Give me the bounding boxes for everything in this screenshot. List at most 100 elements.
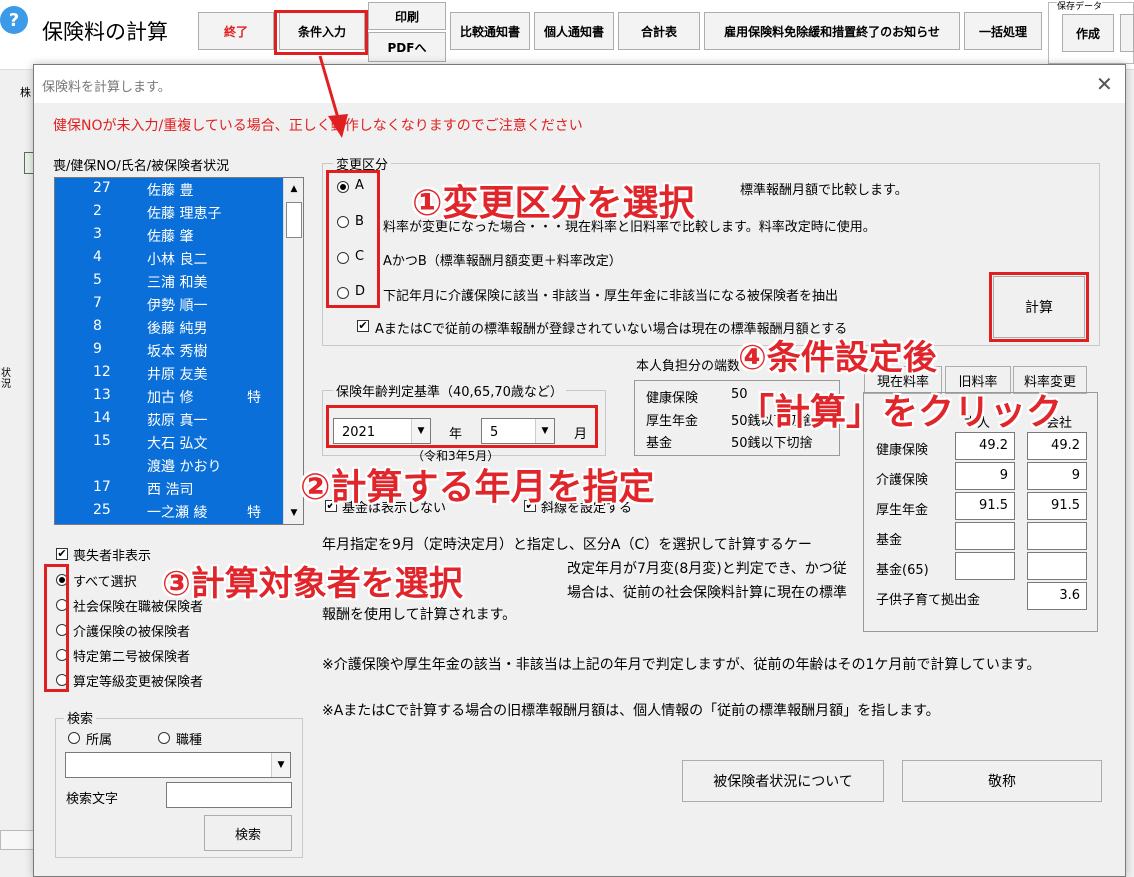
bg-side-label: 株 xyxy=(20,86,31,99)
list-item-status: 特 xyxy=(247,390,261,406)
search-category-select[interactable]: ▼ xyxy=(65,752,291,778)
rounding-label: 健康保険 xyxy=(646,391,699,406)
annotation-step3: ③計算対象者を選択 xyxy=(162,564,463,604)
list-item-name: 後藤 純男 xyxy=(147,321,208,337)
use-current-checkbox[interactable]: ✔ xyxy=(357,320,369,332)
list-item-name: 渡邉 かおり xyxy=(147,459,222,475)
rate-label: 基金 xyxy=(876,533,903,548)
compare-notice-button[interactable]: 比較通知書 xyxy=(450,12,530,50)
list-item[interactable]: 4 小林 良二 xyxy=(55,246,282,269)
list-item-no: 14 xyxy=(93,410,111,426)
chevron-down-icon[interactable]: ▼ xyxy=(271,753,290,777)
list-item[interactable]: 17 西 浩司 xyxy=(55,476,282,499)
list-item[interactable]: 7 伊勢 順一 xyxy=(55,292,282,315)
search-by-job-radio[interactable] xyxy=(158,732,170,744)
search-text-label: 検索文字 xyxy=(66,792,119,807)
rate-company-input[interactable]: 49.2 xyxy=(1027,432,1087,460)
annotation-step4-line2: 「計算」をクリック xyxy=(738,392,1063,433)
select-option-label: 算定等級変更被保険者 xyxy=(73,675,204,690)
note-old-standard: ※AまたはCで計算する場合の旧標準報酬月額は、個人情報の「従前の標準報酬月額」を… xyxy=(322,703,940,719)
select-option-label: すべて選択 xyxy=(73,575,137,590)
list-item[interactable]: 15 大石 弘文 xyxy=(55,430,282,453)
scroll-up-icon[interactable]: ▲ xyxy=(284,178,303,200)
search-by-job-label: 職種 xyxy=(176,733,203,748)
note-line: 年月指定を9月（定時決定月）と指定し、区分A（C）を選択して計算するケー xyxy=(322,537,812,553)
list-item[interactable]: 9 坂本 秀樹 xyxy=(55,338,282,361)
highlight-selection xyxy=(44,564,69,692)
rate-self-input[interactable] xyxy=(955,522,1015,550)
list-item[interactable]: 3 佐藤 肇 xyxy=(55,223,282,246)
rate-self-input[interactable]: 9 xyxy=(955,462,1015,490)
bg-side-label-status: 状況 xyxy=(1,368,11,390)
list-item-name: 一之瀬 綾 xyxy=(147,505,208,521)
rounding-title: 本人負担分の端数 xyxy=(636,359,741,374)
search-group-title: 検索 xyxy=(64,708,97,727)
list-item-no: 3 xyxy=(93,226,102,242)
second-save-button[interactable] xyxy=(1120,14,1134,52)
total-table-button[interactable]: 合計表 xyxy=(618,12,700,50)
honorific-button[interactable]: 敬称 xyxy=(902,760,1102,802)
batch-button[interactable]: 一括処理 xyxy=(964,12,1042,50)
list-item-name: 三浦 和美 xyxy=(147,275,208,291)
list-item-no: 13 xyxy=(93,387,111,403)
rate-label: 介護保険 xyxy=(876,473,929,488)
list-item-name: 伊勢 順一 xyxy=(147,298,208,314)
hide-lost-checkbox[interactable]: ✔ xyxy=(56,548,68,560)
rate-label: 基金(65) xyxy=(876,563,929,578)
print-button[interactable]: 印刷 xyxy=(368,2,446,30)
list-item[interactable]: 25 一之瀬 綾 特 xyxy=(55,499,282,522)
list-item-name: 井原 友美 xyxy=(147,367,208,383)
rate-company-input[interactable]: 9 xyxy=(1027,462,1087,490)
rate-company-input[interactable]: 91.5 xyxy=(1027,492,1087,520)
rate-label: 厚生年金 xyxy=(876,503,929,518)
pdf-button[interactable]: PDFへ xyxy=(368,32,446,62)
list-item[interactable]: 渡邉 かおり xyxy=(55,453,282,476)
rate-company-input[interactable] xyxy=(1027,552,1087,580)
highlight-calc-button xyxy=(989,272,1089,342)
list-item-name: 佐藤 理恵子 xyxy=(147,206,222,222)
list-item-no: 8 xyxy=(93,318,102,334)
list-item-no: 5 xyxy=(93,272,102,288)
annotation-step4-line1: ④条件設定後 xyxy=(738,338,937,378)
close-icon[interactable]: ✕ xyxy=(1096,72,1113,96)
list-item[interactable]: 14 荻原 真一 xyxy=(55,407,282,430)
rate-self-input[interactable]: 49.2 xyxy=(955,432,1015,460)
end-button[interactable]: 終了 xyxy=(198,12,274,50)
list-item-no: 17 xyxy=(93,479,111,495)
list-item[interactable]: 5 三浦 和美 xyxy=(55,269,282,292)
highlight-conditions-button xyxy=(274,10,368,55)
help-icon[interactable]: ? xyxy=(0,6,28,34)
app-title: 保険料の計算 xyxy=(42,20,168,44)
rounding-label: 基金 xyxy=(646,436,673,451)
annotation-step2: ②計算する年月を指定 xyxy=(300,467,655,508)
list-item-no: 2 xyxy=(93,203,102,219)
search-text-input[interactable] xyxy=(166,782,292,808)
search-by-department-label: 所属 xyxy=(86,733,113,748)
list-item-no: 7 xyxy=(93,295,102,311)
rate-self-input[interactable]: 91.5 xyxy=(955,492,1015,520)
rate-self-input[interactable] xyxy=(955,552,1015,580)
create-button[interactable]: 作成 xyxy=(1062,14,1114,52)
insured-status-button[interactable]: 被保険者状況について xyxy=(682,760,884,802)
search-by-department-radio[interactable] xyxy=(68,732,80,744)
rate-company-input[interactable]: 3.6 xyxy=(1027,582,1087,610)
change-type-desc-c: AかつB（標準報酬月額変更＋料率改定） xyxy=(383,254,622,269)
list-item-name: 加古 修 xyxy=(147,390,194,406)
list-item[interactable]: 8 後藤 純男 xyxy=(55,315,282,338)
list-item-name: 坂本 秀樹 xyxy=(147,344,208,360)
list-item[interactable]: 27 佐藤 豊 xyxy=(55,178,282,200)
age-reference-title: 保険年齢判定基準（40,65,70歳など） xyxy=(333,381,566,400)
list-header: 喪/健保NO/氏名/被保険者状況 xyxy=(53,159,230,174)
personal-notice-button[interactable]: 個人通知書 xyxy=(534,12,614,50)
notice-button[interactable]: 雇用保険料免除緩和措置終了のお知らせ xyxy=(704,12,960,50)
list-item[interactable]: 2 佐藤 理恵子 xyxy=(55,200,282,223)
scroll-thumb[interactable] xyxy=(286,202,302,238)
list-item[interactable]: 12 井原 友美 xyxy=(55,361,282,384)
highlight-year-month xyxy=(326,405,598,448)
rate-label: 健康保険 xyxy=(876,443,929,458)
note-line: 場合は、従前の社会保険料計算に現在の標準 xyxy=(567,585,847,601)
search-button[interactable]: 検索 xyxy=(204,815,292,851)
rate-company-input[interactable] xyxy=(1027,522,1087,550)
list-item[interactable]: 13 加古 修 特 xyxy=(55,384,282,407)
employee-list[interactable]: 27 佐藤 豊 2 佐藤 理恵子 3 佐藤 肇 4 小林 良二 5 三浦 和美 7 伊勢 順一 8 後藤 … xyxy=(54,177,304,525)
